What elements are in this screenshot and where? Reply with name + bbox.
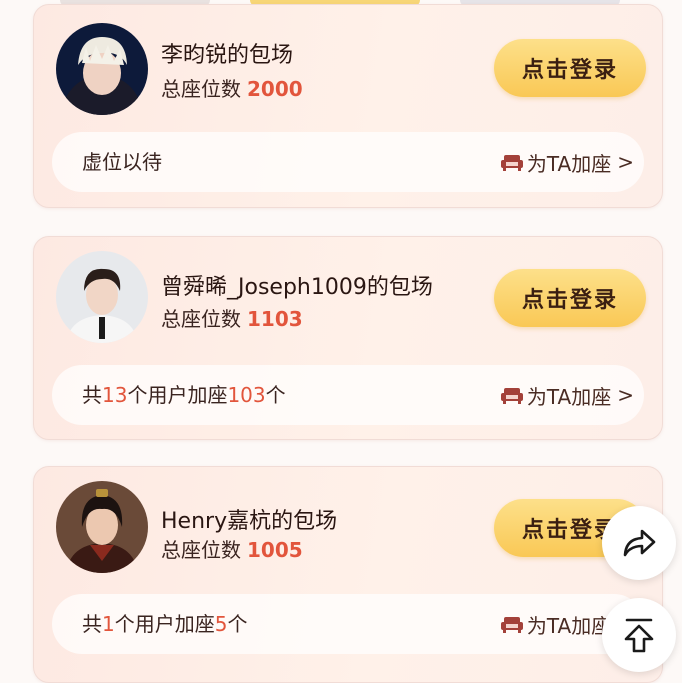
status-suffix: 个	[227, 612, 248, 636]
seats-label: 总座位数	[161, 307, 241, 331]
avatar[interactable]	[56, 251, 148, 343]
seats-value: 2000	[247, 77, 303, 101]
seats-value: 1005	[247, 538, 303, 562]
add-seat-link[interactable]: 为TA加座 >	[500, 365, 634, 425]
booking-card-2[interactable]: 曾舜晞_Joseph1009的包场 总座位数 1103 点击登录 共13个用户加座…	[33, 236, 663, 440]
booking-card-3[interactable]: Henry嘉杭的包场 总座位数 1005 点击登录 共1个用户加座5个 为TA加座…	[33, 466, 663, 683]
total-seats: 总座位数 1005	[161, 534, 303, 563]
chevron-right-icon: >	[617, 150, 634, 174]
card-title: 曾舜晞_Joseph1009的包场	[161, 275, 433, 300]
seat-status-text: 共13个用户加座103个	[82, 365, 286, 425]
share-icon	[623, 529, 656, 557]
chevron-right-icon: >	[617, 383, 634, 407]
avatar[interactable]	[56, 23, 148, 115]
seats-value: 1103	[247, 307, 303, 331]
back-to-top-icon	[624, 618, 654, 653]
status-mid: 个用户加座	[127, 383, 228, 407]
user-count: 1	[102, 612, 115, 636]
added-seat-count: 103	[227, 383, 266, 407]
add-seat-label: 为TA加座	[526, 613, 612, 638]
seat-status-text: 虚位以待	[82, 150, 162, 174]
add-seat-link[interactable]: 为TA加座 >	[500, 132, 634, 192]
seats-label: 总座位数	[161, 538, 241, 562]
user-count: 13	[102, 383, 128, 407]
sofa-icon	[500, 388, 523, 404]
back-to-top-button[interactable]	[602, 598, 676, 672]
share-button[interactable]	[602, 506, 676, 580]
seat-status-text: 共1个用户加座5个	[82, 594, 247, 654]
seats-label: 总座位数	[161, 77, 241, 101]
sofa-icon	[500, 155, 523, 171]
login-button[interactable]: 点击登录	[494, 39, 646, 97]
avatar[interactable]	[56, 481, 148, 573]
login-button[interactable]: 点击登录	[494, 269, 646, 327]
status-prefix: 共	[82, 612, 102, 636]
seat-status-bar[interactable]: 共1个用户加座5个 为TA加座 >	[52, 594, 644, 654]
added-seat-count: 5	[214, 612, 228, 636]
add-seat-label: 为TA加座	[526, 384, 612, 409]
add-seat-label: 为TA加座	[526, 151, 612, 176]
card-title: 李昀锐的包场	[161, 43, 294, 68]
status-suffix: 个	[265, 383, 286, 407]
card-title: Henry嘉杭的包场	[161, 509, 338, 534]
sofa-icon	[500, 617, 523, 633]
status-mid: 个用户加座	[114, 612, 215, 636]
total-seats: 总座位数 1103	[161, 303, 303, 332]
seat-status-bar[interactable]: 虚位以待 为TA加座 >	[52, 132, 644, 192]
booking-card-1[interactable]: 李昀锐的包场 总座位数 2000 点击登录 虚位以待 为TA加座 >	[33, 4, 663, 208]
total-seats: 总座位数 2000	[161, 73, 303, 102]
status-prefix: 共	[82, 383, 102, 407]
seat-status-bar[interactable]: 共13个用户加座103个 为TA加座 >	[52, 365, 644, 425]
